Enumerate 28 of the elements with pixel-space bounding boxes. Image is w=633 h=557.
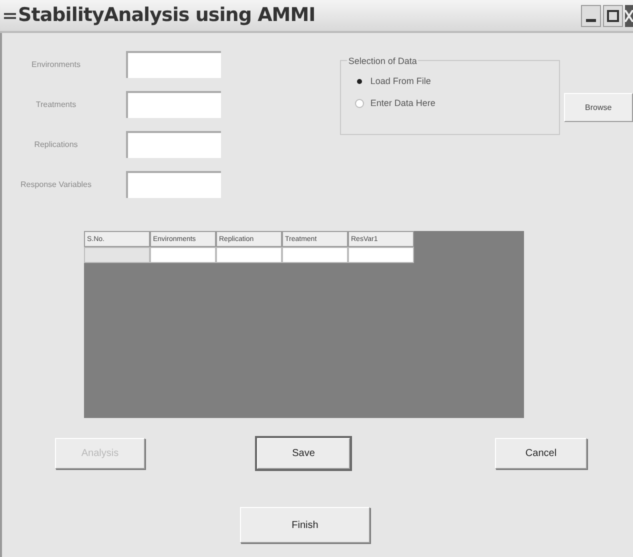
dialog-button[interactable]: Finish — [240, 507, 370, 543]
table-cell[interactable] — [84, 247, 150, 263]
radio-label: Load From File — [370, 75, 431, 88]
maximize-button[interactable] — [603, 4, 623, 26]
dialog-button[interactable]: Save — [257, 438, 350, 469]
table-cell[interactable] — [348, 247, 414, 263]
table-cell[interactable] — [282, 247, 348, 263]
field-label: Replications — [33, 138, 79, 150]
field-label: Treatments — [34, 98, 78, 110]
minimize-icon — [586, 18, 596, 22]
input-field[interactable] — [126, 131, 221, 158]
maximize-icon — [607, 10, 619, 22]
input-field[interactable] — [126, 91, 221, 118]
table-cell[interactable] — [150, 247, 216, 263]
input-field[interactable] — [126, 171, 221, 198]
minimize-button[interactable] — [581, 4, 601, 26]
dialog-button[interactable]: Cancel — [495, 438, 587, 469]
close-icon — [625, 10, 633, 22]
close-button[interactable] — [625, 4, 633, 26]
radio-button[interactable] — [355, 98, 364, 108]
radio-label: Enter Data Here — [370, 96, 436, 110]
window-title: StabilityAnalysis using AMMI — [18, 3, 316, 28]
field-label: Response Variables — [19, 178, 92, 190]
field-label: Environments — [30, 58, 82, 70]
input-field[interactable] — [126, 51, 221, 78]
app-icon — [4, 12, 16, 18]
table-cell[interactable] — [216, 247, 282, 263]
browse-button[interactable]: Browse — [564, 93, 633, 122]
